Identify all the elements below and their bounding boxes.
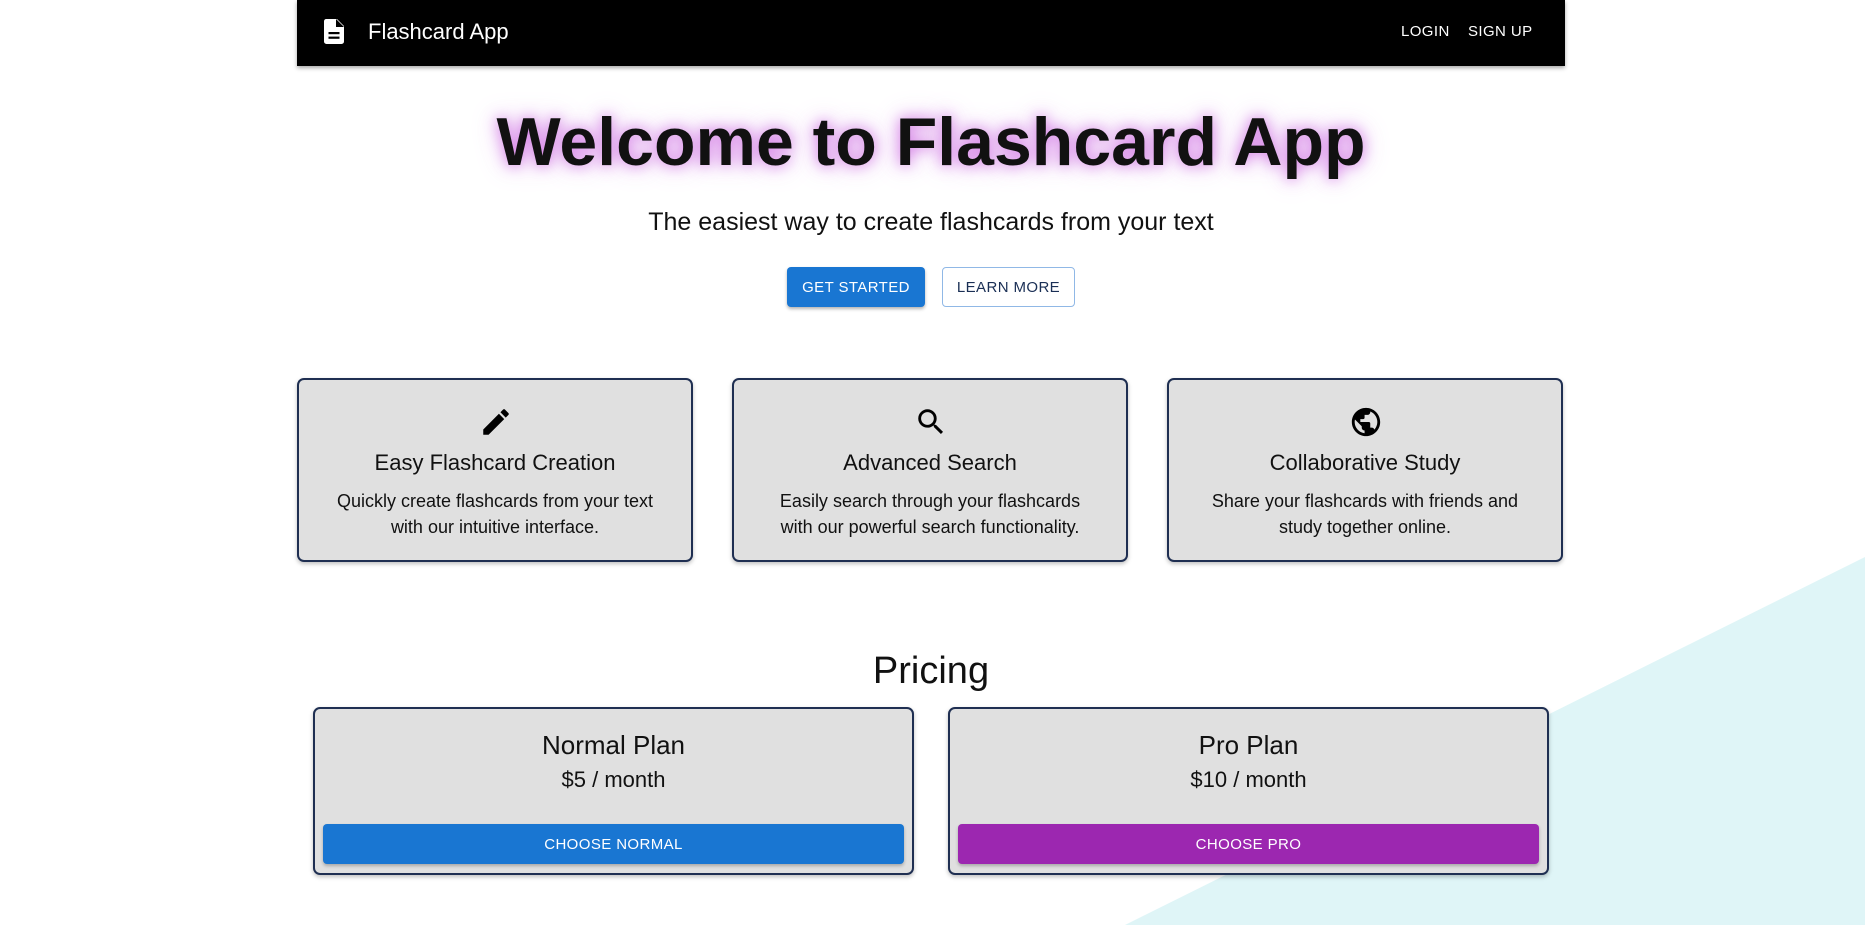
feature-card-flashcard-creation: Easy Flashcard Creation Quickly create f… (297, 378, 693, 562)
feature-title: Collaborative Study (1269, 450, 1461, 475)
navbar: Flashcard App LOGIN SIGN UP (297, 0, 1565, 66)
choose-normal-button[interactable]: CHOOSE NORMAL (323, 824, 904, 864)
feature-card-collaborative-study: Collaborative Study Share your flashcard… (1167, 378, 1563, 562)
login-button[interactable]: LOGIN (1401, 21, 1450, 43)
feature-description: Share your flashcards with friends and s… (1211, 491, 1519, 537)
brand-name[interactable]: Flashcard App (368, 19, 509, 45)
pricing-card-normal: Normal Plan $5 / month CHOOSE NORMAL (313, 707, 914, 875)
feature-description: Easily search through your flashcards wi… (779, 491, 1081, 537)
pencil-icon (483, 409, 509, 435)
learn-more-button[interactable]: LEARN MORE (942, 267, 1075, 307)
document-icon (324, 19, 344, 44)
hero-title: Welcome to Flashcard App (496, 104, 1366, 180)
signup-button[interactable]: SIGN UP (1468, 21, 1532, 43)
plan-price: $10 / month (1190, 767, 1307, 792)
globe-icon (1351, 407, 1381, 437)
feature-title: Easy Flashcard Creation (374, 450, 616, 475)
pricing-card-pro: Pro Plan $10 / month CHOOSE PRO (948, 707, 1549, 875)
pricing-title: Pricing (872, 650, 990, 692)
get-started-button[interactable]: GET STARTED (787, 267, 925, 307)
search-icon (918, 409, 944, 435)
plan-price: $5 / month (561, 767, 666, 792)
choose-pro-button[interactable]: CHOOSE PRO (958, 824, 1539, 864)
hero-subtitle: The easiest way to create flashcards fro… (648, 208, 1214, 236)
plan-name: Pro Plan (1198, 730, 1299, 760)
plan-name: Normal Plan (541, 730, 686, 760)
feature-title: Advanced Search (843, 450, 1017, 475)
page-container: Flashcard App LOGIN SIGN UP Welcome to F… (297, 0, 1565, 925)
feature-card-advanced-search: Advanced Search Easily search through yo… (732, 378, 1128, 562)
feature-description: Quickly create flashcards from your text… (336, 491, 654, 537)
